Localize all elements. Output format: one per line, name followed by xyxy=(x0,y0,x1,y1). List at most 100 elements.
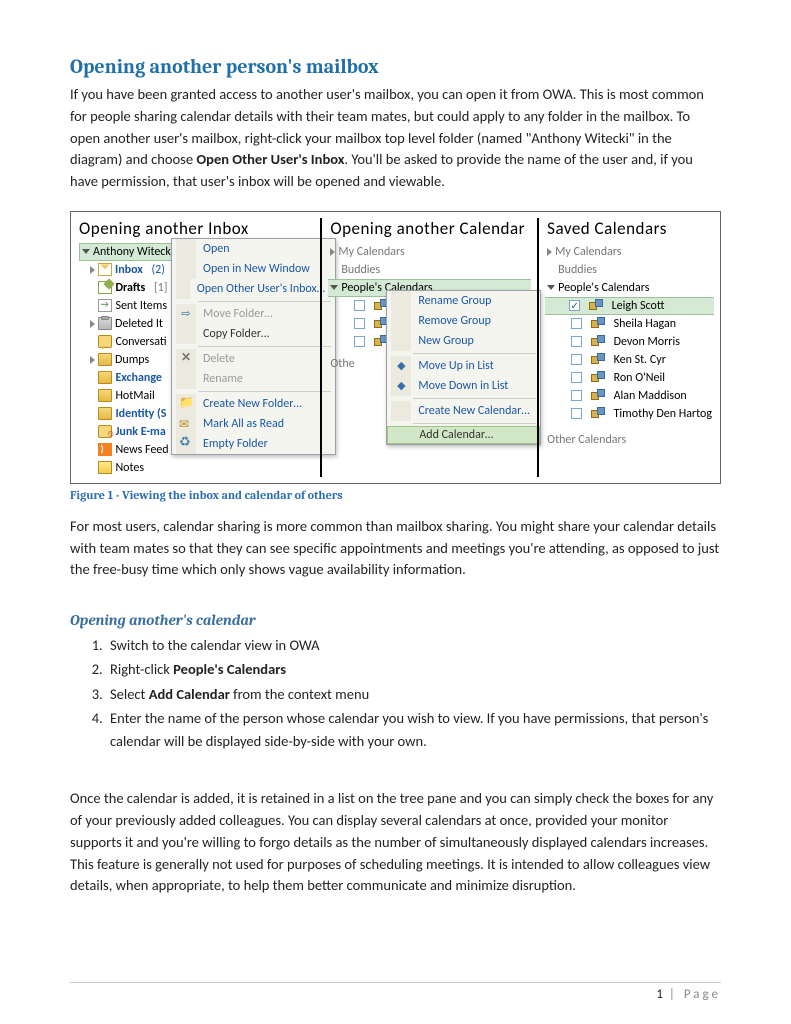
checkbox[interactable] xyxy=(354,318,365,329)
sav-group-people[interactable]: People's Calendars xyxy=(547,279,712,297)
sav-alan-label: Alan Maddison xyxy=(614,389,687,403)
cal-item-buddies[interactable]: Buddies xyxy=(330,261,529,279)
news-label: News Feed xyxy=(115,443,168,457)
chat-icon xyxy=(98,335,112,348)
menu-delete: ✕Delete xyxy=(172,349,335,369)
cal-group-my[interactable]: My Calendars xyxy=(330,243,529,261)
menu-copy-folder[interactable]: Copy Folder… xyxy=(172,324,335,344)
sav-devon[interactable]: Devon Morris xyxy=(547,333,712,351)
shared-cal-icon xyxy=(591,371,605,384)
chevron-down-icon[interactable] xyxy=(547,285,555,290)
chevron-right-icon[interactable] xyxy=(90,356,95,364)
step-4: Enter the name of the person whose calen… xyxy=(106,707,721,752)
folder-icon xyxy=(98,389,112,402)
chevron-down-icon[interactable] xyxy=(82,249,90,254)
conv-label: Conversati xyxy=(115,335,166,349)
menu-rename-group[interactable]: Rename Group xyxy=(387,291,540,311)
notes-label: Notes xyxy=(115,461,144,475)
chevron-right-icon[interactable] xyxy=(330,248,335,256)
context-menu-calendar: Rename Group Remove Group New Group ◆Mov… xyxy=(386,290,541,445)
sav-group-my[interactable]: My Calendars xyxy=(547,243,712,261)
page-label: | Page xyxy=(663,987,721,1002)
move-icon: ⇨ xyxy=(179,307,193,320)
checkbox[interactable] xyxy=(571,336,582,347)
intro-inline-bold: Open Other User's Inbox xyxy=(196,150,344,168)
folder-notes[interactable]: Notes xyxy=(79,459,312,477)
menu-create-folder[interactable]: 📁Create New Folder… xyxy=(172,394,335,414)
deleted-label: Deleted It xyxy=(115,317,163,331)
sav-alan[interactable]: Alan Maddison xyxy=(547,387,712,405)
sav-ron[interactable]: Ron O'Neil xyxy=(547,369,712,387)
sav-buddies: Buddies xyxy=(558,263,597,277)
sav-ron-label: Ron O'Neil xyxy=(614,371,665,385)
menu-remove-group[interactable]: Remove Group xyxy=(387,311,540,331)
step-1: Switch to the calendar view in OWA xyxy=(106,634,721,656)
menu-empty-folder[interactable]: ♻Empty Folder xyxy=(172,434,335,454)
new-folder-icon: 📁 xyxy=(179,397,193,410)
menu-open[interactable]: Open xyxy=(172,239,335,259)
checkbox[interactable] xyxy=(571,372,582,383)
sav-peoples: People's Calendars xyxy=(558,281,649,295)
menu-move-down[interactable]: ◆Move Down in List xyxy=(387,376,540,396)
sav-item-buddies[interactable]: Buddies xyxy=(547,261,712,279)
col-opening-calendar: Opening another Calendar My Calendars Bu… xyxy=(320,218,529,477)
menu-move-up[interactable]: ◆Move Up in List xyxy=(387,356,540,376)
sav-sheila[interactable]: Sheila Hagan xyxy=(547,315,712,333)
junk-icon xyxy=(98,425,112,438)
checkbox[interactable] xyxy=(571,390,582,401)
checkbox[interactable] xyxy=(571,408,582,419)
menu-new-group[interactable]: New Group xyxy=(387,331,540,351)
notes-icon xyxy=(98,461,112,474)
page-title: Opening another person's mailbox xyxy=(70,55,721,78)
shared-cal-icon xyxy=(591,389,605,402)
inbox-count: (2) xyxy=(152,263,165,277)
menu-add-calendar[interactable]: Add Calendar… xyxy=(387,426,540,444)
other-label: Othe xyxy=(330,357,354,371)
buddies-label: Buddies xyxy=(341,263,380,277)
checkbox-checked[interactable] xyxy=(569,300,580,311)
sav-other[interactable]: Other Calendars xyxy=(547,431,712,449)
menu-create-calendar[interactable]: Create New Calendar… xyxy=(387,401,540,421)
col2-heading: Opening another Calendar xyxy=(330,218,529,239)
checkbox[interactable] xyxy=(354,300,365,311)
separator xyxy=(198,391,331,392)
identity-label: Identity (S xyxy=(115,407,166,421)
separator xyxy=(413,398,536,399)
paragraph-2: For most users, calendar sharing is more… xyxy=(70,516,721,581)
folder-icon xyxy=(98,407,112,420)
step-2: Right-click People's Calendars xyxy=(106,658,721,680)
chevron-right-icon[interactable] xyxy=(90,266,95,274)
chevron-right-icon[interactable] xyxy=(547,248,552,256)
sav-leigh[interactable]: Leigh Scott xyxy=(545,297,714,315)
sent-icon xyxy=(98,299,112,312)
rss-icon xyxy=(98,443,112,456)
figure-caption: Figure 1 - Viewing the inbox and calenda… xyxy=(70,488,721,502)
steps-list: Switch to the calendar view in OWA Right… xyxy=(106,634,721,752)
checkbox[interactable] xyxy=(571,318,582,329)
page-number: 1 xyxy=(656,987,663,1002)
menu-open-window[interactable]: Open in New Window xyxy=(172,259,335,279)
separator xyxy=(198,301,331,302)
mycal-label: My Calendars xyxy=(338,245,404,259)
sav-timothy[interactable]: Timothy Den Hartog xyxy=(547,405,712,423)
sav-sheila-label: Sheila Hagan xyxy=(614,317,676,331)
menu-open-other-inbox[interactable]: Open Other User's Inbox… xyxy=(172,279,335,299)
shared-cal-icon xyxy=(589,299,603,312)
col-opening-inbox: Opening another Inbox Anthony Witecki In… xyxy=(79,218,312,477)
menu-rename: Rename xyxy=(172,369,335,389)
root-label: Anthony Witecki xyxy=(93,245,174,259)
sav-devon-label: Devon Morris xyxy=(614,335,680,349)
shared-cal-icon xyxy=(591,317,605,330)
checkbox[interactable] xyxy=(571,354,582,365)
sent-label: Sent Items xyxy=(115,299,167,313)
checkbox[interactable] xyxy=(354,336,365,347)
col3-heading: Saved Calendars xyxy=(547,218,712,239)
folder-icon xyxy=(98,353,112,366)
menu-mark-read[interactable]: Mark All as Read xyxy=(172,414,335,434)
context-menu-mailbox: Open Open in New Window Open Other User'… xyxy=(171,238,336,455)
inbox-label: Inbox xyxy=(115,263,143,277)
sav-ken[interactable]: Ken St. Cyr xyxy=(547,351,712,369)
paragraph-3: Once the calendar is added, it is retain… xyxy=(70,788,721,897)
chevron-down-icon[interactable] xyxy=(330,285,338,290)
chevron-right-icon[interactable] xyxy=(90,320,95,328)
